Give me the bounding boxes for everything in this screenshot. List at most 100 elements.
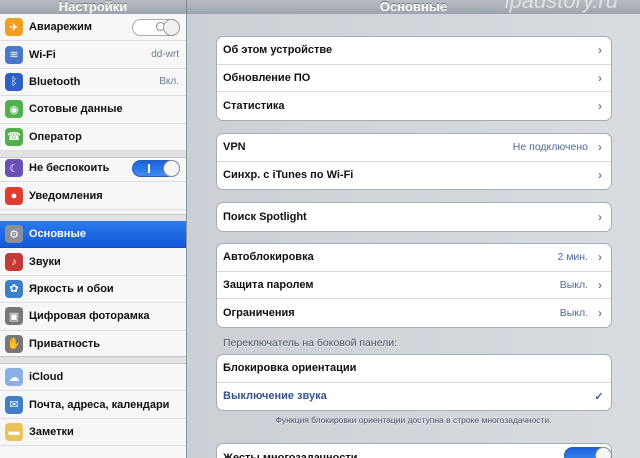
settings-row-label: Синхр. с iTunes по Wi-Fi [223,169,354,182]
sidebar: ✈ Авиарежим ≋ Wi-Fi dd-wrt ᛒ Bluetooth Вкл. ◉ Сот… [0,14,187,458]
sidebar-item-label: Уведомления [29,189,103,202]
phone-icon: ☎ [5,127,23,146]
toggle-knob[interactable] [163,19,180,36]
sidebar-item-value: Вкл. [159,76,179,88]
sidebar-title: Настройки [58,0,128,14]
sidebar-item[interactable]: ⚙ Основные [0,221,186,249]
cellular-icon: ◉ [5,100,23,119]
chevron-right-icon: › [598,168,602,183]
sidebar-item[interactable]: ✋ Приватность [0,331,186,358]
sidebar-item[interactable]: ✈ Авиарежим [0,14,186,42]
photo-frame-icon: ▣ [5,307,23,326]
settings-content: Переключатель на боковой панели: Функция… [187,14,640,458]
settings-row[interactable]: Блокировка ориентации [217,355,611,383]
chevron-right-icon: › [598,70,602,85]
hand-icon: ✋ [5,334,23,353]
watermark: ipadstory.ru [504,0,618,13]
toggle-switch[interactable] [132,19,180,36]
settings-row[interactable]: Автоблокировка 2 мин. › [217,244,611,272]
settings-row[interactable]: VPN Не подключено › [217,134,611,162]
sidebar-item[interactable]: ◉ Сотовые данные [0,96,186,124]
sidebar-item[interactable]: ☾ Не беспокоить [0,155,186,183]
sidebar-item-label: Оператор [29,130,82,143]
settings-row-label: Статистика [223,99,285,112]
settings-group: Поиск Spotlight › [216,202,612,232]
sidebar-item[interactable]: ᛒ Bluetooth Вкл. [0,69,186,97]
notes-icon: ▬ [5,422,23,441]
main-header: Основные ipadstory.ru [187,0,640,14]
multitasking-gestures-toggle[interactable] [564,447,612,458]
settings-row-label: Выключение звука [223,390,327,403]
settings-row[interactable]: Синхр. с iTunes по Wi-Fi › [217,162,611,190]
sidebar-item[interactable]: ✿ Яркость и обои [0,276,186,304]
chevron-right-icon: › [598,209,602,224]
settings-row[interactable]: Статистика › [217,92,611,120]
settings-group: Блокировка ориентации Выключение звука ✓ [216,354,612,411]
settings-row-label: Обновление ПО [223,71,311,84]
settings-group: Автоблокировка 2 мин. › Защита паролем Выкл.… [216,243,612,328]
settings-row[interactable]: Поиск Spotlight › [217,203,611,231]
chevron-right-icon: › [598,98,602,113]
sidebar-item-label: iCloud [29,371,64,384]
chevron-right-icon: › [598,305,602,320]
sidebar-item-label: Заметки [29,425,74,438]
sidebar-item-label: Основные [29,228,86,241]
toggle-mark [148,164,150,173]
settings-row-label: Ограничения [223,306,295,319]
settings-row-label: Жесты многозадачности [223,451,358,458]
chevron-right-icon: › [598,140,602,155]
sidebar-item[interactable]: ▣ Цифровая фоторамка [0,303,186,331]
toggle-knob[interactable] [595,447,612,458]
toggle-knob[interactable] [163,160,180,177]
sidebar-item-label: Bluetooth [29,75,81,88]
settings-row-label: Об этом устройстве [223,44,333,57]
flower-icon: ✿ [5,279,23,298]
notifications-icon: ● [5,186,23,205]
toggle-switch[interactable] [132,160,180,177]
sidebar-group: ⚙ Основные ♪ Звуки ✿ Яркость и обои ▣ Цифровая … [0,221,186,358]
sidebar-item[interactable]: ● Уведомления [0,182,186,210]
sidebar-item[interactable]: ✉ Почта, адреса, календари [0,391,186,419]
sidebar-item-label: Яркость и обои [29,282,114,295]
settings-row-value: Выкл. [559,306,588,319]
footnote: Функция блокировки ориентации доступна в… [275,415,552,425]
settings-row-value: 2 мин. [557,251,588,264]
sidebar-item[interactable]: ♪ Звуки [0,248,186,276]
settings-row-label: Блокировка ориентации [223,362,357,375]
sidebar-item[interactable]: ▬ Заметки [0,419,186,447]
airplane-icon: ✈ [5,18,23,37]
sidebar-group: ☾ Не беспокоить ● Уведомления [0,155,186,210]
sidebar-item-label: Почта, адреса, календари [29,398,170,411]
chevron-right-icon: › [598,277,602,292]
settings-row-label: Защита паролем [223,278,314,291]
settings-row[interactable]: Жесты многозадачности [217,444,611,458]
chevron-right-icon: › [598,43,602,58]
settings-row-value: Выкл. [559,278,588,291]
settings-row[interactable]: Выключение звука ✓ [217,383,611,411]
settings-row-label: Автоблокировка [223,251,314,264]
sidebar-item-label: Wi-Fi [29,48,56,61]
settings-row-label: VPN [223,141,246,154]
sidebar-item-label: Сотовые данные [29,103,123,116]
checkmark-icon: ✓ [594,390,604,403]
sidebar-item[interactable]: ☁ iCloud [0,364,186,392]
settings-row[interactable]: Защита паролем Выкл. › [217,272,611,299]
settings-group: Об этом устройстве › Обновление ПО › Статист… [216,36,612,121]
sidebar-header: Настройки [0,0,187,14]
wifi-icon: ≋ [5,45,23,64]
sidebar-item[interactable]: ☎ Оператор [0,124,186,151]
sidebar-group: ☁ iCloud ✉ Почта, адреса, календари ▬ Заметки [0,364,186,447]
mail-icon: ✉ [5,395,23,414]
section-header: Переключатель на боковой панели: [223,337,398,349]
speaker-icon: ♪ [5,252,23,271]
sidebar-item[interactable]: ≋ Wi-Fi dd-wrt [0,41,186,69]
settings-row[interactable]: Обновление ПО › [217,65,611,92]
moon-icon: ☾ [5,159,23,178]
sidebar-item-label: Звуки [29,255,61,268]
cloud-icon: ☁ [5,368,23,387]
sidebar-item-value: dd-wrt [151,49,179,61]
settings-row-value: Не подключено [512,141,588,154]
settings-row[interactable]: Ограничения Выкл. › [217,299,611,327]
gear-icon: ⚙ [5,225,23,244]
settings-row[interactable]: Об этом устройстве › [217,37,611,65]
